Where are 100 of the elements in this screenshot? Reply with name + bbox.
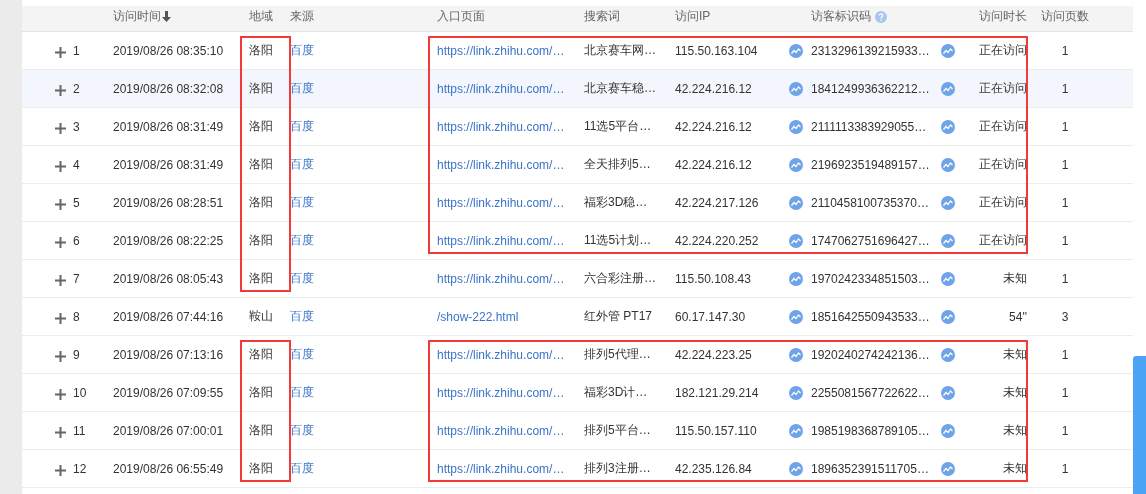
trend-icon[interactable] <box>789 233 803 248</box>
trend-icon[interactable] <box>941 43 955 58</box>
trend-icon[interactable] <box>789 43 803 58</box>
table-cell: 42.224.216.12 <box>675 81 752 96</box>
link[interactable]: https://link.zhihu.com/… <box>437 461 565 476</box>
trend-icon[interactable] <box>941 423 955 438</box>
link[interactable]: https://link.zhihu.com/… <box>437 81 565 96</box>
table-cell: 42.224.223.25 <box>675 347 752 362</box>
link[interactable]: 百度 <box>290 42 314 59</box>
table-cell: 3 <box>1061 309 1069 324</box>
table-cell: 2019/08/26 08:35:10 <box>113 43 224 58</box>
link[interactable]: 百度 <box>290 156 314 173</box>
column-header[interactable]: 访问页数 <box>1041 8 1089 25</box>
column-header[interactable]: 搜索词 <box>584 8 620 25</box>
expand-icon[interactable] <box>55 389 66 400</box>
table-cell: 42.224.220.252 <box>675 233 759 248</box>
expand-icon[interactable] <box>55 427 66 438</box>
table-cell: 1851642550943533… <box>811 309 930 324</box>
link[interactable]: https://link.zhihu.com/… <box>437 423 565 438</box>
trend-icon[interactable] <box>789 81 803 96</box>
link[interactable]: 百度 <box>290 270 314 287</box>
help-icon[interactable] <box>875 10 887 23</box>
trend-icon[interactable] <box>789 385 803 400</box>
table-cell: 北京赛车稳… <box>584 80 656 97</box>
sort-down-icon[interactable] <box>162 11 171 22</box>
link[interactable]: https://link.zhihu.com/… <box>437 385 565 400</box>
table-cell: 洛阳 <box>249 422 273 439</box>
link[interactable]: https://link.zhihu.com/… <box>437 119 565 134</box>
trend-icon[interactable] <box>941 309 955 324</box>
table-cell: 11选5平台… <box>584 118 652 135</box>
link[interactable]: https://link.zhihu.com/… <box>437 195 565 210</box>
trend-icon[interactable] <box>789 461 803 476</box>
link[interactable]: 百度 <box>290 232 314 249</box>
table-cell: 1 <box>1061 233 1069 248</box>
table-cell: 42.224.217.126 <box>675 195 759 210</box>
link[interactable]: https://link.zhihu.com/… <box>437 157 565 172</box>
expand-icon[interactable] <box>55 85 66 96</box>
trend-icon[interactable] <box>789 423 803 438</box>
link[interactable]: https://link.zhihu.com/… <box>437 43 565 58</box>
trend-icon[interactable] <box>789 271 803 286</box>
expand-icon[interactable] <box>55 465 66 476</box>
trend-icon[interactable] <box>941 385 955 400</box>
column-header[interactable]: 来源 <box>290 8 314 25</box>
table-cell: 2019/08/26 08:32:08 <box>113 81 224 96</box>
table-cell: 1 <box>1061 347 1069 362</box>
link[interactable]: 百度 <box>290 384 314 401</box>
link[interactable]: 百度 <box>290 346 314 363</box>
expand-icon[interactable] <box>55 199 66 210</box>
trend-icon[interactable] <box>941 195 955 210</box>
expand-icon[interactable] <box>55 351 66 362</box>
table-cell: 1 <box>1061 43 1069 58</box>
trend-icon[interactable] <box>789 157 803 172</box>
trend-icon[interactable] <box>941 157 955 172</box>
link[interactable]: https://link.zhihu.com/… <box>437 271 565 286</box>
trend-icon[interactable] <box>789 309 803 324</box>
table-cell: 洛阳 <box>249 232 273 249</box>
table-cell: 1 <box>1061 81 1069 96</box>
table-cell: 2110458100735370… <box>811 195 929 210</box>
link[interactable]: /show-222.html <box>437 309 519 324</box>
column-header[interactable]: 访问时间 <box>113 8 171 25</box>
table-cell: 福彩3D稳… <box>584 194 648 211</box>
trend-icon[interactable] <box>789 195 803 210</box>
table-row[interactable]: 2 2019/08/26 08:32:08 洛阳 百度 https://link.zhihu.com/… 北京赛车稳… 42.224.216.12 1841249936362212… 正在访问 1 <box>22 70 1133 108</box>
table-cell: 红外管 PT17 <box>584 308 652 325</box>
column-header[interactable]: 访客标识码 <box>811 8 887 25</box>
expand-icon[interactable] <box>55 237 66 248</box>
table-cell: 2019/08/26 08:28:51 <box>113 195 224 210</box>
trend-icon[interactable] <box>789 347 803 362</box>
trend-icon[interactable] <box>941 461 955 476</box>
trend-icon[interactable] <box>789 119 803 134</box>
table-cell: 2313296139215933… <box>811 43 930 58</box>
link[interactable]: https://link.zhihu.com/… <box>437 233 565 248</box>
link[interactable]: https://link.zhihu.com/… <box>437 347 565 362</box>
table-cell: 1896352391511705… <box>811 461 929 476</box>
expand-icon[interactable] <box>55 123 66 134</box>
trend-icon[interactable] <box>941 347 955 362</box>
link[interactable]: 百度 <box>290 460 314 477</box>
expand-icon[interactable] <box>55 47 66 58</box>
link[interactable]: 百度 <box>290 422 314 439</box>
trend-icon[interactable] <box>941 233 955 248</box>
expand-icon[interactable] <box>55 161 66 172</box>
row-number: 9 <box>72 347 81 362</box>
table-cell: 未知 <box>1003 422 1027 439</box>
column-header[interactable]: 地域 <box>249 8 273 25</box>
column-header[interactable]: 访问IP <box>675 8 711 25</box>
column-header[interactable]: 访问时长 <box>979 8 1027 25</box>
trend-icon[interactable] <box>941 81 955 96</box>
expand-icon[interactable] <box>55 313 66 324</box>
table-cell: 正在访问 <box>979 42 1027 59</box>
trend-icon[interactable] <box>941 119 955 134</box>
link[interactable]: 百度 <box>290 80 314 97</box>
link[interactable]: 百度 <box>290 308 314 325</box>
column-header[interactable]: 入口页面 <box>437 8 485 25</box>
trend-icon[interactable] <box>941 271 955 286</box>
table-cell: 1920240274242136… <box>811 347 930 362</box>
link[interactable]: 百度 <box>290 118 314 135</box>
table-cell: 1 <box>1061 271 1069 286</box>
link[interactable]: 百度 <box>290 194 314 211</box>
expand-icon[interactable] <box>55 275 66 286</box>
table-cell: 福彩3D计… <box>584 384 648 401</box>
